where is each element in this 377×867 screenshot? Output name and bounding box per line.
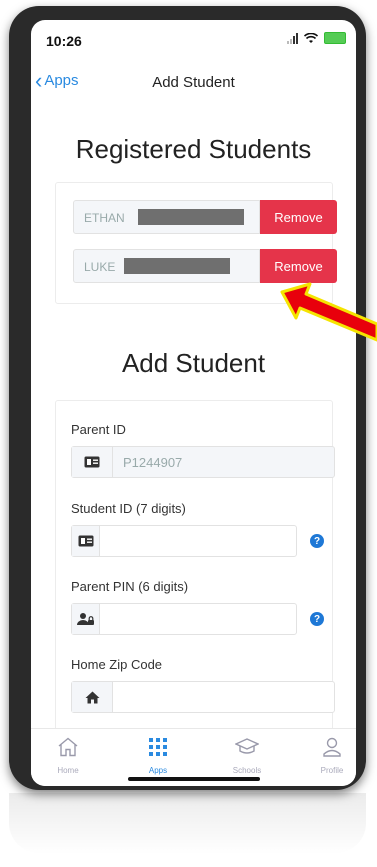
redacted-surname bbox=[138, 209, 244, 225]
student-row: ETHAN Remove bbox=[73, 200, 337, 234]
parent-id-label: Parent ID bbox=[71, 422, 126, 437]
parent-pin-label: Parent PIN (6 digits) bbox=[71, 579, 189, 594]
registered-students-heading: Registered Students bbox=[75, 134, 312, 164]
remove-button[interactable]: Remove bbox=[260, 200, 337, 234]
status-icons bbox=[287, 32, 346, 44]
add-student-heading: Add Student bbox=[121, 348, 266, 378]
nav-bar: ‹ Apps Add Student bbox=[31, 68, 356, 96]
tab-label: Profile bbox=[320, 766, 344, 775]
user-lock-icon bbox=[72, 604, 100, 634]
tab-schools[interactable]: Schools bbox=[212, 737, 282, 775]
home-outline-icon bbox=[58, 737, 78, 757]
student-id-label: Student ID (7 digits) bbox=[71, 501, 186, 516]
student-name: LUKE bbox=[84, 260, 116, 274]
wifi-icon bbox=[304, 32, 318, 43]
graduation-cap-icon bbox=[234, 738, 260, 754]
student-id-input[interactable] bbox=[100, 526, 296, 556]
redacted-surname bbox=[124, 258, 230, 274]
zip-code-input[interactable] bbox=[113, 682, 334, 712]
id-card-icon bbox=[72, 526, 100, 556]
page-title: Add Student bbox=[152, 74, 235, 91]
parent-pin-input[interactable] bbox=[100, 604, 296, 634]
home-icon bbox=[72, 682, 113, 712]
zip-code-field[interactable] bbox=[71, 681, 335, 713]
tab-home[interactable]: Home bbox=[33, 737, 103, 775]
app-screen: 10:26 ‹ Apps Add Student Registered Stud bbox=[31, 20, 356, 786]
tab-profile[interactable]: Profile bbox=[297, 737, 356, 775]
help-icon[interactable]: ? bbox=[310, 612, 324, 626]
home-indicator bbox=[128, 777, 260, 781]
grid-icon bbox=[149, 738, 167, 756]
student-id-field[interactable] bbox=[71, 525, 297, 557]
tab-label: Home bbox=[57, 766, 79, 775]
annotation-arrow bbox=[280, 282, 377, 342]
student-name-field: ETHAN bbox=[73, 200, 260, 234]
tab-label: Schools bbox=[232, 766, 262, 775]
status-bar: 10:26 bbox=[31, 20, 356, 60]
phone-reflection bbox=[9, 793, 366, 867]
phone-frame: 10:26 ‹ Apps Add Student Registered Stud bbox=[9, 6, 366, 790]
reflection-gradient bbox=[9, 793, 366, 853]
parent-id-field[interactable] bbox=[71, 446, 335, 478]
status-time: 10:26 bbox=[46, 33, 82, 49]
parent-pin-field[interactable] bbox=[71, 603, 297, 635]
parent-id-input[interactable] bbox=[113, 447, 334, 477]
id-card-icon bbox=[72, 447, 113, 477]
help-icon[interactable]: ? bbox=[310, 534, 324, 548]
battery-icon bbox=[324, 32, 346, 44]
student-name-field: LUKE bbox=[73, 249, 260, 283]
tab-bar: Home Apps Schools Profile bbox=[31, 728, 356, 786]
zip-code-label: Home Zip Code bbox=[71, 657, 163, 672]
person-icon bbox=[323, 737, 341, 757]
tab-apps[interactable]: Apps bbox=[123, 737, 193, 775]
tab-label: Apps bbox=[148, 766, 168, 775]
student-name: ETHAN bbox=[84, 211, 125, 225]
signal-icon bbox=[287, 32, 298, 44]
